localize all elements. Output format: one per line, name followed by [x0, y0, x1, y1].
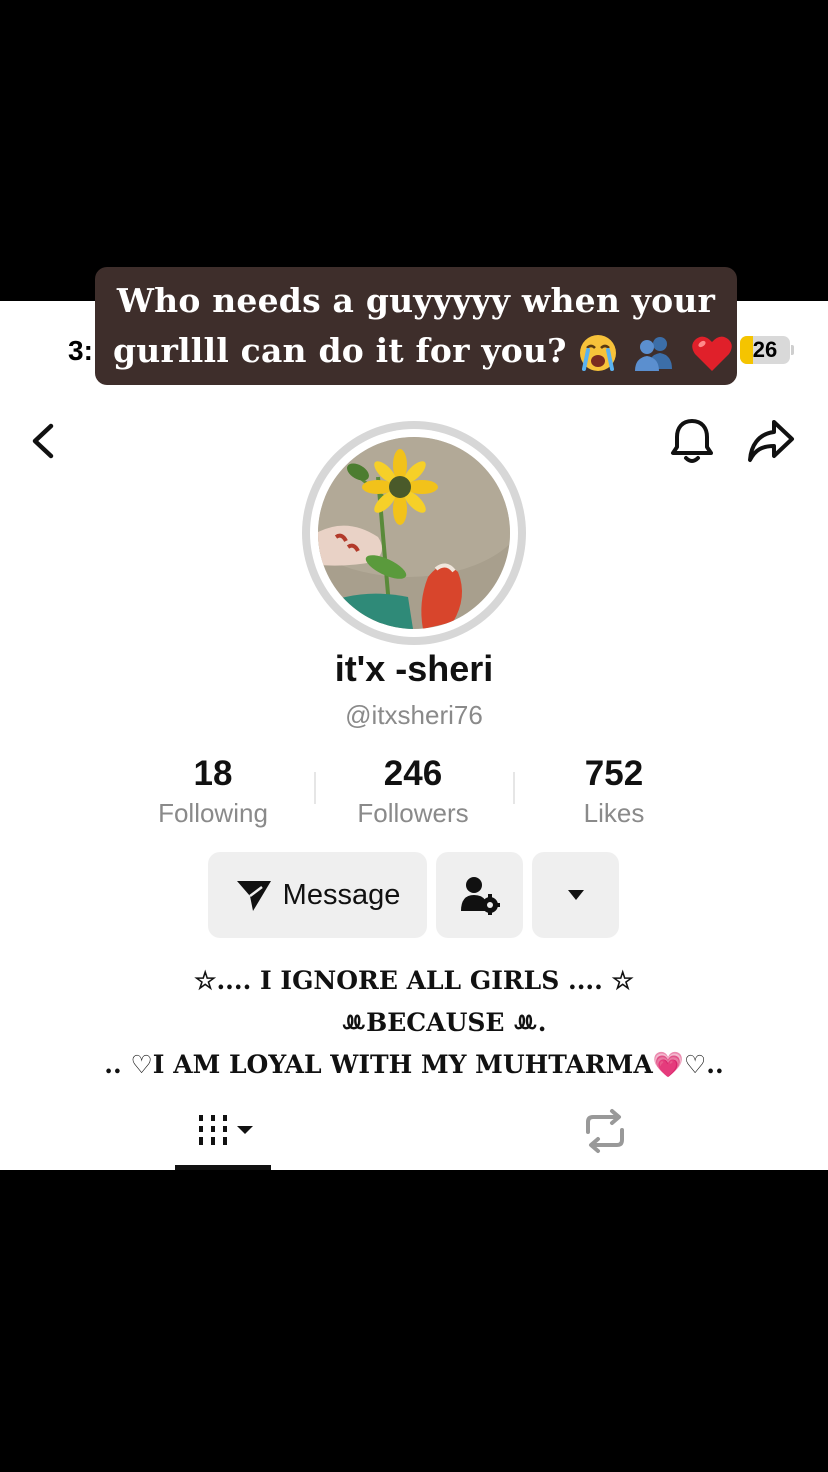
- battery-level: 26: [752, 337, 778, 362]
- bio-line-2: ꔛBECAUSE ꔛ.: [341, 1008, 547, 1037]
- message-button[interactable]: Message: [208, 852, 427, 938]
- share-arrow-icon[interactable]: [746, 418, 796, 464]
- videos-tab[interactable]: [190, 1108, 260, 1154]
- avatar-photo: [318, 437, 510, 629]
- user-settings-icon: [460, 877, 500, 915]
- caption-line-2: gurllll can do it for you?: [113, 326, 732, 376]
- following-label: Following: [158, 798, 268, 828]
- stat-following[interactable]: 18 Following: [113, 752, 313, 830]
- caret-down-icon: [567, 890, 584, 900]
- message-button-label: Message: [282, 878, 401, 911]
- battery-icon: 26: [740, 336, 790, 364]
- likes-count: 752: [584, 754, 644, 793]
- bio-line-1: ☆.... I IGNORE ALL GIRLS .... ☆: [194, 966, 634, 995]
- repost-icon[interactable]: [580, 1108, 630, 1154]
- caption-line-1: Who needs a guyyyyy when your: [116, 281, 716, 320]
- username: @itxsheri76: [345, 700, 483, 730]
- bell-icon[interactable]: [668, 416, 716, 466]
- back-chevron-icon[interactable]: [24, 420, 64, 462]
- following-count: 18: [193, 754, 233, 793]
- followers-count: 246: [383, 754, 443, 793]
- active-tab-indicator: [175, 1165, 271, 1170]
- two-people-emoji-icon: [635, 337, 673, 371]
- following-settings-button[interactable]: [436, 852, 523, 938]
- story-caption-overlay: Who needs a guyyyyy when your gurllll ca…: [95, 267, 737, 385]
- battery-tip: [791, 345, 794, 355]
- caption-line-2-text: gurllll can do it for you?: [113, 331, 567, 370]
- followers-label: Followers: [357, 798, 469, 828]
- likes-label: Likes: [583, 798, 645, 828]
- display-name: it'x -sheri: [334, 648, 494, 689]
- avatar[interactable]: [318, 437, 510, 629]
- send-plane-icon: [236, 881, 271, 911]
- crying-face-emoji-icon: [580, 335, 617, 371]
- top-black-area: [0, 0, 828, 301]
- profile-bio: ☆.... I IGNORE ALL GIRLS .... ☆ ꔛBECAUSE…: [0, 960, 828, 1086]
- more-options-dropdown-button[interactable]: [532, 852, 619, 938]
- stat-likes[interactable]: 752 Likes: [514, 752, 714, 830]
- bio-line-3: .. ♡I AM LOYAL WITH MY MUHTARMA💗♡..: [104, 1050, 724, 1079]
- stat-followers[interactable]: 246 Followers: [313, 752, 513, 830]
- bottom-black-area: [0, 1170, 828, 1472]
- status-time: 3:: [68, 335, 93, 366]
- red-heart-emoji-icon: [692, 336, 732, 371]
- videos-grid-icon: [199, 1115, 253, 1145]
